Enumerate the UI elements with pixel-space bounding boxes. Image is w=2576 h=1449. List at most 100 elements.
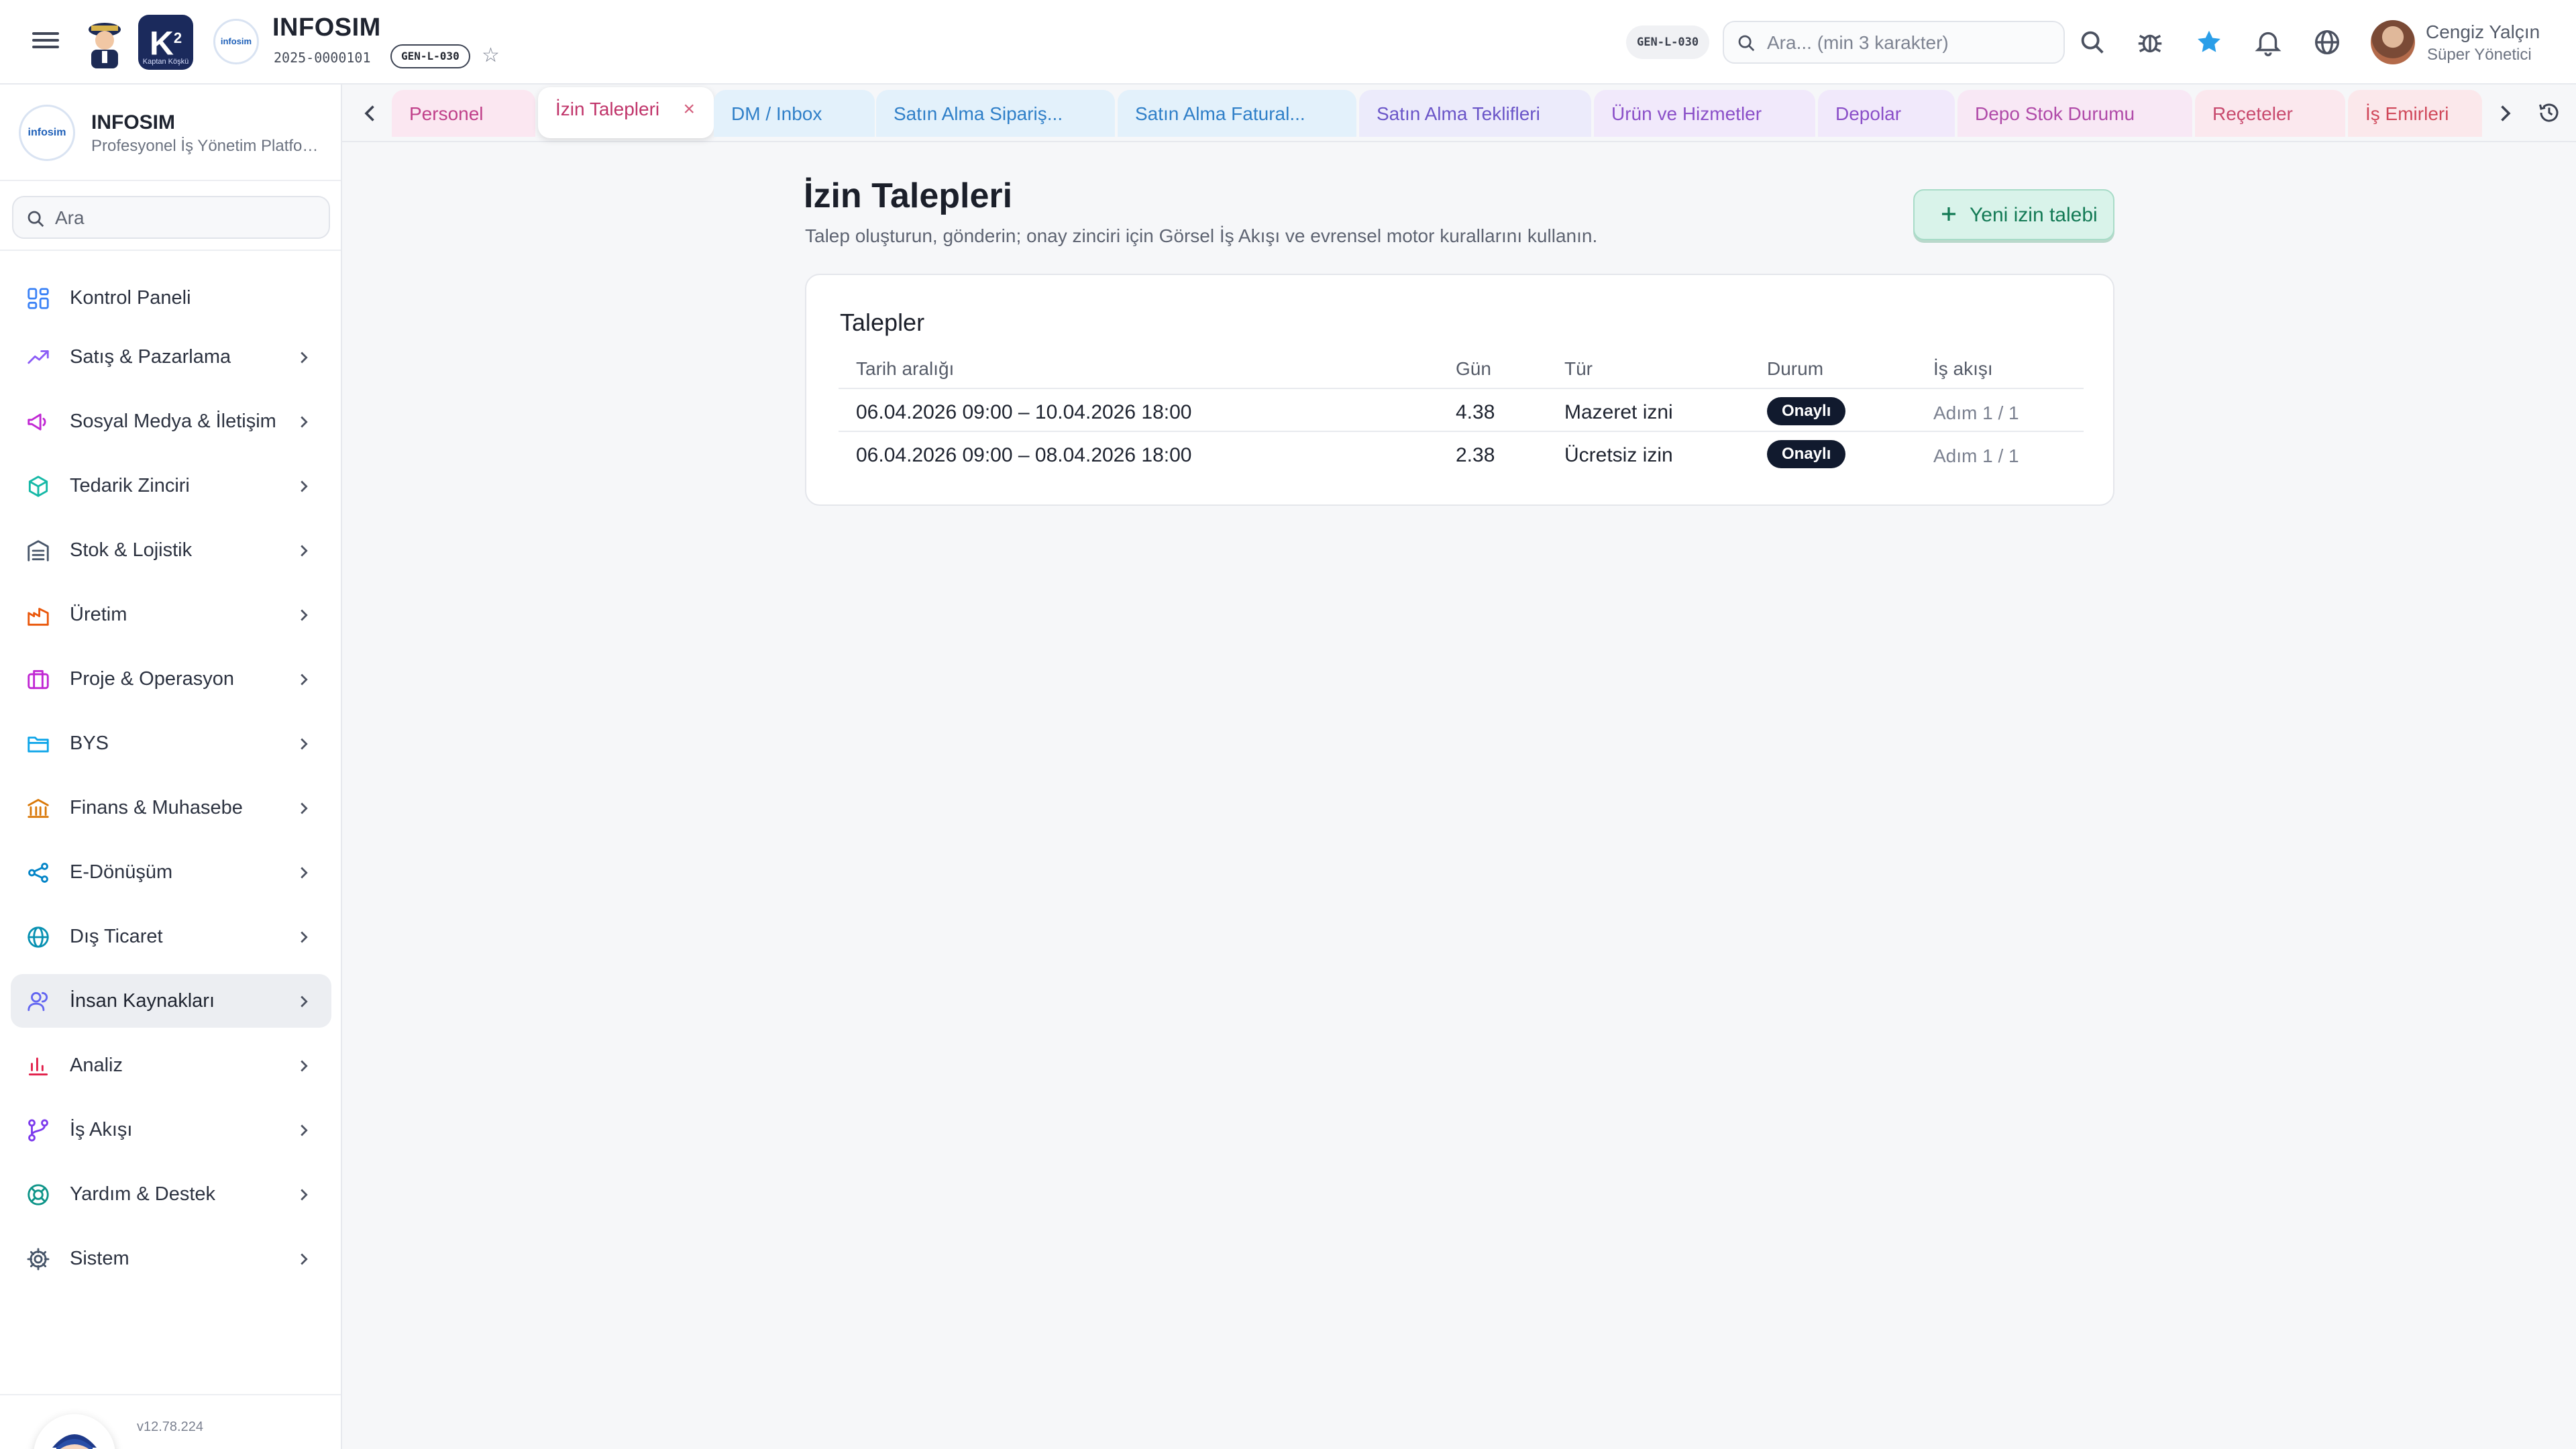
chevron-right-icon xyxy=(301,738,308,750)
chevron-right-icon xyxy=(301,1253,308,1265)
menu-icon[interactable] xyxy=(30,28,62,55)
sidebar-item-üretim[interactable]: Üretim xyxy=(11,588,331,641)
tab-active[interactable]: İzin Talepleri × xyxy=(538,87,714,138)
sidebar-item-yardım-destek[interactable]: Yardım & Destek xyxy=(11,1167,331,1221)
tab-label: Personel xyxy=(409,103,484,124)
sidebar-item-stok-lojistik[interactable]: Stok & Lojistik xyxy=(11,523,331,577)
sidebar-item-label: Finans & Muhasebe xyxy=(70,797,243,818)
tab[interactable]: DM / Inbox xyxy=(714,90,875,137)
sidebar-item-i-ş-akışı[interactable]: İş Akışı xyxy=(11,1103,331,1157)
users-icon xyxy=(28,991,48,1012)
tab-label: Depolar xyxy=(1835,103,1902,124)
tab-scroll-right-icon[interactable] xyxy=(2493,98,2517,129)
chevron-right-icon xyxy=(301,416,308,428)
sidebar-item-label: İnsan Kaynakları xyxy=(70,990,215,1012)
page-title: İzin Talepleri xyxy=(804,176,1013,215)
chevron-right-icon xyxy=(301,931,308,943)
sidebar-subtitle: Profesyonel İş Yönetim Platformu xyxy=(91,137,319,155)
cell-date-range: 06.04.2026 09:00 – 10.04.2026 18:00 xyxy=(856,401,1192,423)
megaphone-icon xyxy=(28,413,46,431)
column-header-type: Tür xyxy=(1564,358,1593,379)
globe-icon[interactable] xyxy=(2312,27,2343,58)
row-divider xyxy=(839,431,2084,432)
bell-icon[interactable] xyxy=(2253,27,2284,58)
tab-label: Ürün ve Hizmetler xyxy=(1611,103,1762,124)
sidebar-search-input[interactable] xyxy=(55,204,317,232)
tab[interactable]: Depo Stok Durumu xyxy=(1957,90,2192,137)
bank-icon xyxy=(28,798,49,818)
tab-label: Satın Alma Teklifleri xyxy=(1377,103,1540,124)
folder-icon xyxy=(28,737,49,753)
k2-logo[interactable]: K2 Kaptan Köşkü xyxy=(138,15,193,70)
sidebar-item-label: Analiz xyxy=(70,1055,123,1076)
sidebar-item-i-nsan-kaynakları[interactable]: İnsan Kaynakları xyxy=(11,974,331,1028)
tab[interactable]: Satın Alma Fatural... xyxy=(1118,90,1356,137)
share-icon xyxy=(28,863,48,883)
page-description: Talep oluşturun, gönderin; onay zinciri … xyxy=(805,225,1598,246)
cell-days: 4.38 xyxy=(1456,401,1495,423)
sidebar-item-kontrol-paneli[interactable]: Kontrol Paneli xyxy=(11,271,331,325)
cell-days: 2.38 xyxy=(1456,444,1495,466)
favorite-star-icon[interactable]: ☆ xyxy=(482,44,504,67)
tab-scroll-left-icon[interactable] xyxy=(358,98,382,129)
sidebar-item-label: Sistem xyxy=(70,1248,129,1269)
sidebar-item-tedarik-zinciri[interactable]: Tedarik Zinciri xyxy=(11,459,331,513)
user-name[interactable]: Cengiz Yalçın xyxy=(2426,21,2540,43)
sidebar-search[interactable] xyxy=(12,196,330,239)
chevron-right-icon xyxy=(301,996,308,1008)
column-header-workflow: İş akışı xyxy=(1933,358,1993,379)
cell-type: Mazeret izni xyxy=(1564,401,1673,423)
cell-type: Ücretsiz izin xyxy=(1564,444,1673,466)
table-header-divider xyxy=(839,388,2084,389)
chevron-right-icon xyxy=(301,1060,308,1072)
status-badge: Onaylı xyxy=(1767,397,1846,425)
sidebar-item-sistem[interactable]: Sistem xyxy=(11,1232,331,1285)
tab[interactable]: Personel xyxy=(392,90,535,137)
sidebar-item-sosyal-medya-i-letişim[interactable]: Sosyal Medya & İletişim xyxy=(11,394,331,448)
sidebar-item-finans-muhasebe[interactable]: Finans & Muhasebe xyxy=(11,781,331,835)
lifebuoy-icon xyxy=(28,1184,49,1205)
sidebar-item-proje-operasyon[interactable]: Proje & Operasyon xyxy=(11,652,331,706)
bug-icon[interactable] xyxy=(2135,27,2165,58)
chevron-right-icon xyxy=(301,1124,308,1136)
plus-icon xyxy=(1942,207,1955,221)
close-icon[interactable]: × xyxy=(683,87,695,131)
tab[interactable]: Depolar xyxy=(1818,90,1955,137)
sidebar-item-analiz[interactable]: Analiz xyxy=(11,1038,331,1092)
globe-icon xyxy=(28,926,49,948)
new-leave-request-button[interactable]: Yeni izin talebi xyxy=(1913,189,2114,240)
sidebar-item-label: BYS xyxy=(70,733,109,754)
sidebar-item-satış-pazarlama[interactable]: Satış & Pazarlama xyxy=(11,330,331,384)
search-icon xyxy=(1738,35,1755,52)
assistant-bot-button[interactable] xyxy=(34,1414,115,1449)
cell-workflow: Adım 1 / 1 xyxy=(1933,402,2019,423)
factory-icon xyxy=(28,608,49,626)
tab[interactable]: Satın Alma Teklifleri xyxy=(1359,90,1591,137)
global-search-input[interactable] xyxy=(1767,29,2055,57)
tab-label: İzin Talepleri xyxy=(555,99,660,119)
workflow-icon xyxy=(28,1119,48,1142)
history-icon[interactable] xyxy=(2537,101,2561,125)
column-header-date-range: Tarih aralığı xyxy=(856,358,955,379)
sidebar-item-label: Satış & Pazarlama xyxy=(70,346,231,368)
tab-label: Satın Alma Fatural... xyxy=(1135,103,1305,124)
sidebar-item-bys[interactable]: BYS xyxy=(11,716,331,770)
star-icon[interactable] xyxy=(2194,27,2224,58)
sidebar-item-e-dönüşüm[interactable]: E-Dönüşüm xyxy=(11,845,331,899)
tab[interactable]: İş Emirleri xyxy=(2348,90,2482,137)
tab[interactable]: Satın Alma Sipariş... xyxy=(876,90,1115,137)
tab-label: Satın Alma Sipariş... xyxy=(894,103,1063,124)
trend-icon xyxy=(28,350,49,364)
search-icon[interactable] xyxy=(2077,27,2108,58)
tab[interactable]: Reçeteler xyxy=(2195,90,2345,137)
chevron-right-icon xyxy=(301,545,308,557)
environment-chip-right: GEN-L-030 xyxy=(1626,25,1710,59)
divider xyxy=(0,180,341,181)
divider xyxy=(0,1394,341,1395)
sidebar: infosim INFOSIM Profesyonel İş Yönetim P… xyxy=(0,85,342,1449)
global-search[interactable] xyxy=(1723,21,2065,64)
user-avatar[interactable] xyxy=(2371,20,2415,64)
sidebar-item-dış-ticaret[interactable]: Dış Ticaret xyxy=(11,910,331,963)
tab[interactable]: Ürün ve Hizmetler xyxy=(1594,90,1815,137)
requests-card: Talepler Tarih aralığı Gün Tür Durum İş … xyxy=(805,274,2114,506)
